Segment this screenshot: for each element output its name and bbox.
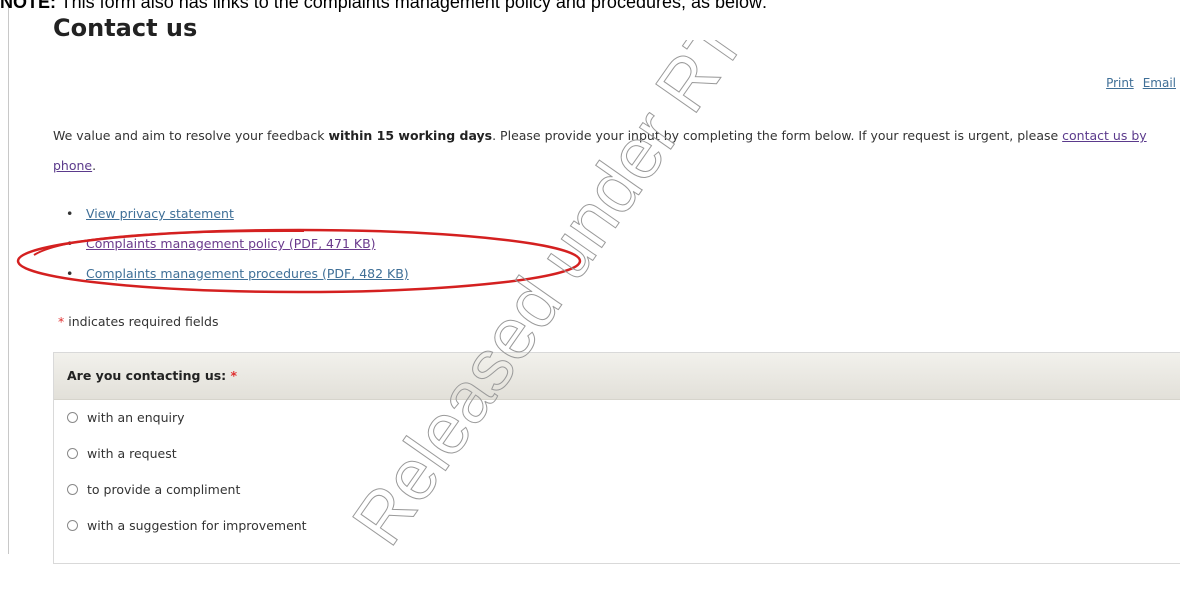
- privacy-statement-link[interactable]: View privacy statement: [86, 206, 234, 221]
- radio-button-icon[interactable]: [67, 520, 78, 531]
- intro-paragraph: We value and aim to resolve your feedbac…: [53, 121, 1178, 181]
- radio-option-request[interactable]: with a request: [54, 436, 1180, 472]
- radio-label: to provide a compliment: [87, 482, 241, 497]
- radio-label: with an enquiry: [87, 410, 185, 425]
- required-star: *: [230, 368, 238, 383]
- radio-option-compliment[interactable]: to provide a compliment: [54, 472, 1180, 508]
- intro-text-1: We value and aim to resolve your feedbac…: [53, 128, 329, 143]
- radio-button-icon[interactable]: [67, 412, 78, 423]
- contact-type-panel: Are you contacting us: * with an enquiry…: [53, 352, 1180, 564]
- page-title: Contact us: [53, 14, 198, 42]
- intro-text-3: .: [92, 158, 97, 173]
- contact-type-question: Are you contacting us:: [67, 368, 227, 383]
- print-link[interactable]: Print: [1106, 76, 1134, 90]
- intro-bold: within 15 working days: [328, 128, 493, 143]
- annotation-ellipse: [16, 228, 582, 294]
- radio-option-suggestion[interactable]: with a suggestion for improvement: [54, 508, 1180, 544]
- contact-type-header: Are you contacting us: *: [54, 353, 1180, 400]
- radio-option-enquiry[interactable]: with an enquiry: [54, 400, 1180, 436]
- radio-label: with a suggestion for improvement: [87, 518, 307, 533]
- page-actions: Print Email: [1097, 76, 1176, 90]
- radio-button-icon[interactable]: [67, 448, 78, 459]
- email-link[interactable]: Email: [1143, 76, 1176, 90]
- intro-text-2: . Please provide your input by completin…: [492, 128, 1063, 143]
- radio-button-icon[interactable]: [67, 484, 78, 495]
- radio-label: with a request: [87, 446, 177, 461]
- required-fields-note: * indicates required fields: [58, 314, 218, 329]
- required-note-text: indicates required fields: [64, 314, 219, 329]
